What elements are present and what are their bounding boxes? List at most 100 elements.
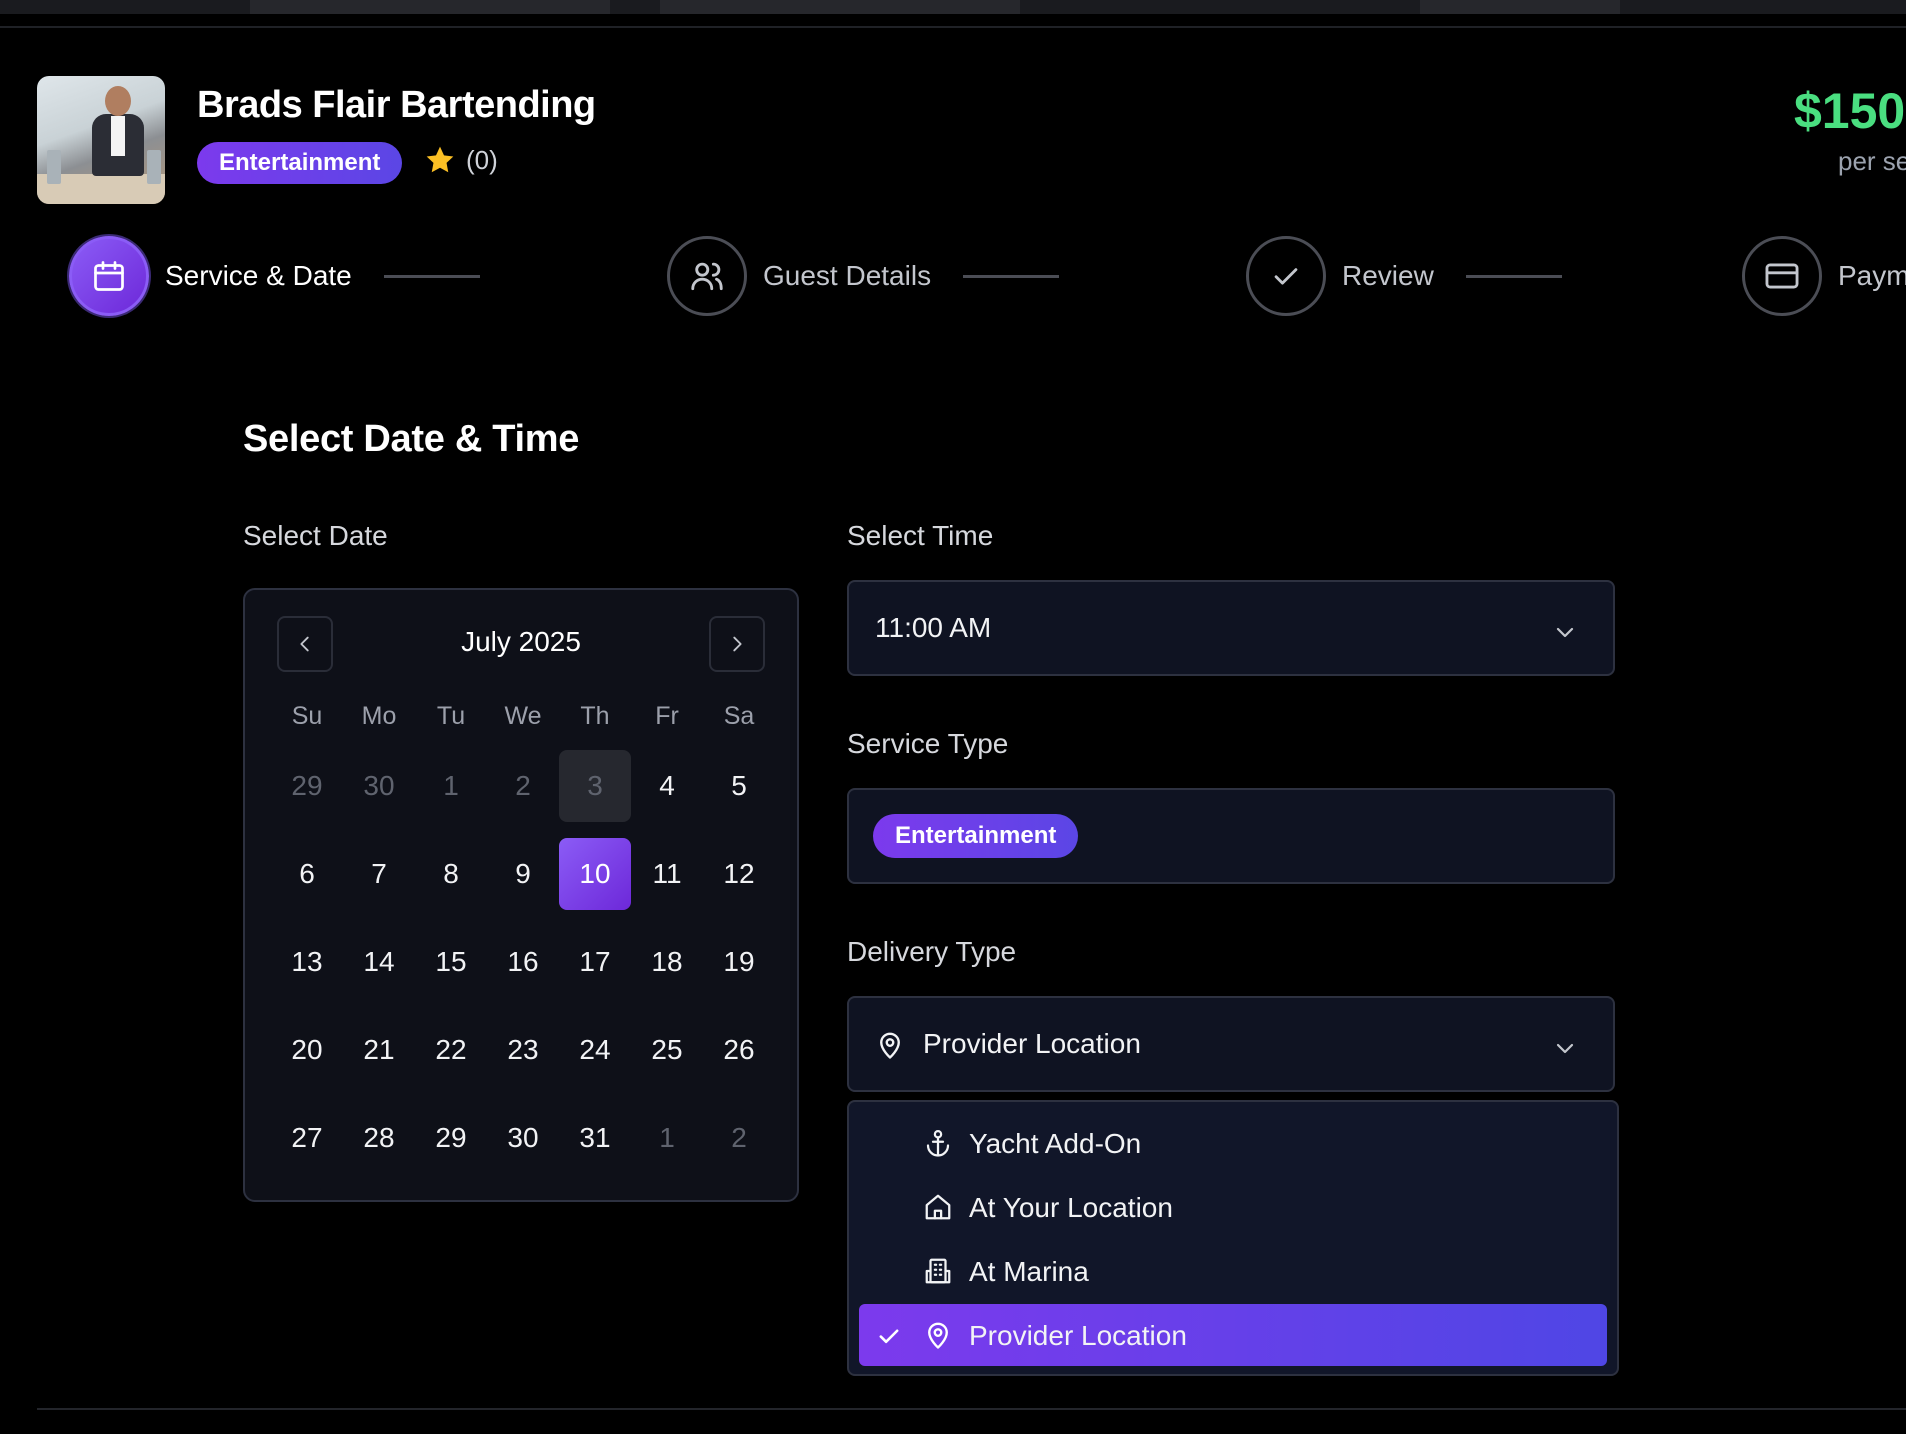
weekday-label: Fr — [655, 702, 679, 730]
service-type-field: Entertainment — [847, 788, 1615, 884]
weekday-label: Su — [291, 702, 323, 730]
weekday-label: We — [504, 702, 542, 730]
bottom-divider — [37, 1408, 1906, 1410]
calendar-day[interactable]: 2 — [703, 1102, 775, 1174]
select-time-label: Select Time — [847, 520, 994, 551]
option-label: Provider Location — [969, 1320, 1187, 1351]
weekday-label: Sa — [723, 702, 755, 730]
weekday-label: Mo — [361, 702, 397, 730]
check-icon — [1274, 268, 1298, 285]
calendar-day[interactable]: 1 — [415, 750, 487, 822]
calendar-day[interactable]: 8 — [415, 838, 487, 910]
weekday-label: Tu — [436, 702, 466, 730]
calendar-day[interactable]: 26 — [703, 1014, 775, 1086]
calendar-day[interactable]: 16 — [487, 926, 559, 998]
delivery-type-select[interactable]: Provider Location — [847, 996, 1615, 1092]
calendar-day[interactable]: 7 — [343, 838, 415, 910]
calendar-day[interactable]: 11 — [631, 838, 703, 910]
calendar-day[interactable]: 23 — [487, 1014, 559, 1086]
step-circle — [667, 236, 747, 316]
section-title: Select Date & Time — [243, 418, 580, 460]
calendar-day[interactable]: 3 — [559, 750, 631, 822]
chevron-down-icon — [1556, 1043, 1574, 1054]
provider-avatar — [37, 76, 165, 204]
strip-segment — [1420, 0, 1620, 14]
calendar-day[interactable]: 13 — [271, 926, 343, 998]
step-connector — [383, 274, 480, 278]
delivery-type-dropdown: Yacht Add-On At Your Location At Marina … — [847, 1100, 1619, 1376]
step-label: Paym — [1838, 260, 1906, 291]
option-at-marina[interactable]: At Marina — [859, 1240, 1607, 1302]
option-at-your-location[interactable]: At Your Location — [859, 1176, 1607, 1238]
weekday-label: Th — [580, 702, 610, 730]
calendar-day[interactable]: 30 — [487, 1102, 559, 1174]
calendar-day[interactable]: 18 — [631, 926, 703, 998]
calendar-day[interactable]: 25 — [631, 1014, 703, 1086]
strip-segment — [660, 0, 1020, 14]
calendar-day[interactable]: 6 — [271, 838, 343, 910]
calendar-day[interactable]: 30 — [343, 750, 415, 822]
delivery-type-label: Delivery Type — [847, 936, 1017, 967]
calendar-day[interactable]: 12 — [703, 838, 775, 910]
step-connector — [963, 274, 1060, 278]
step-review[interactable]: Review — [1246, 236, 1562, 316]
calendar-day[interactable]: 20 — [271, 1014, 343, 1086]
map-pin-icon — [928, 1322, 948, 1349]
option-label: At Your Location — [969, 1192, 1173, 1223]
rating: (0) — [424, 144, 498, 176]
price-unit: per se — [1838, 146, 1906, 176]
step-circle — [69, 236, 149, 316]
users-icon — [691, 262, 723, 291]
strip-segment — [250, 0, 610, 14]
calendar-day[interactable]: 17 — [559, 926, 631, 998]
calendar-day[interactable]: 5 — [703, 750, 775, 822]
category-badge: Entertainment — [197, 142, 403, 184]
calendar-day[interactable]: 27 — [271, 1102, 343, 1174]
service-type-badge: Entertainment — [873, 814, 1079, 858]
calendar-day[interactable]: 9 — [487, 838, 559, 910]
option-yacht-add-on[interactable]: Yacht Add-On — [859, 1112, 1607, 1174]
calendar-day[interactable]: 2 — [487, 750, 559, 822]
step-guest-details[interactable]: Guest Details — [667, 236, 1060, 316]
delivery-type-value: Provider Location — [923, 1028, 1141, 1059]
star-icon — [426, 146, 454, 173]
option-label: Yacht Add-On — [969, 1128, 1142, 1159]
option-provider-location[interactable]: Provider Location — [859, 1304, 1607, 1366]
calendar-day[interactable]: 21 — [343, 1014, 415, 1086]
building-icon — [925, 1258, 951, 1284]
calendar-day[interactable]: 14 — [343, 926, 415, 998]
calendar-day[interactable]: 24 — [559, 1014, 631, 1086]
credit-card-icon — [1765, 263, 1799, 289]
step-label: Guest Details — [763, 260, 932, 291]
select-date-label: Select Date — [243, 520, 388, 551]
business-name: Brads Flair Bartending — [197, 84, 596, 126]
step-connector — [1465, 274, 1562, 278]
step-label: Review — [1342, 260, 1434, 291]
calendar-day[interactable]: 15 — [415, 926, 487, 998]
step-payment[interactable]: Paym — [1742, 236, 1906, 316]
anchor-icon — [926, 1130, 950, 1157]
price: $150 — [1794, 83, 1906, 139]
calendar-day[interactable]: 29 — [271, 750, 343, 822]
service-type-label: Service Type — [847, 728, 1009, 759]
time-select[interactable]: 11:00 AM — [847, 580, 1615, 676]
map-pin-icon — [880, 1032, 900, 1059]
check-icon — [879, 1329, 899, 1344]
next-month-button[interactable] — [709, 616, 765, 672]
step-label: Service & Date — [165, 260, 352, 291]
step-circle — [1742, 236, 1822, 316]
date-calendar: July 2025 Su Mo Tu We Th Fr Sa 29 30 1 2 3 4 5… — [243, 588, 799, 1202]
step-service-date[interactable]: Service & Date — [69, 236, 480, 316]
chevron-down-icon — [1556, 627, 1574, 638]
calendar-day[interactable]: 31 — [559, 1102, 631, 1174]
calendar-day[interactable]: 22 — [415, 1014, 487, 1086]
calendar-day[interactable]: 1 — [631, 1102, 703, 1174]
calendar-day[interactable]: 29 — [415, 1102, 487, 1174]
calendar-day[interactable]: 10 — [559, 838, 631, 910]
chevron-right-icon — [733, 636, 742, 652]
step-circle — [1246, 236, 1326, 316]
home-icon — [925, 1194, 951, 1220]
calendar-day[interactable]: 28 — [343, 1102, 415, 1174]
calendar-day[interactable]: 19 — [703, 926, 775, 998]
calendar-day[interactable]: 4 — [631, 750, 703, 822]
